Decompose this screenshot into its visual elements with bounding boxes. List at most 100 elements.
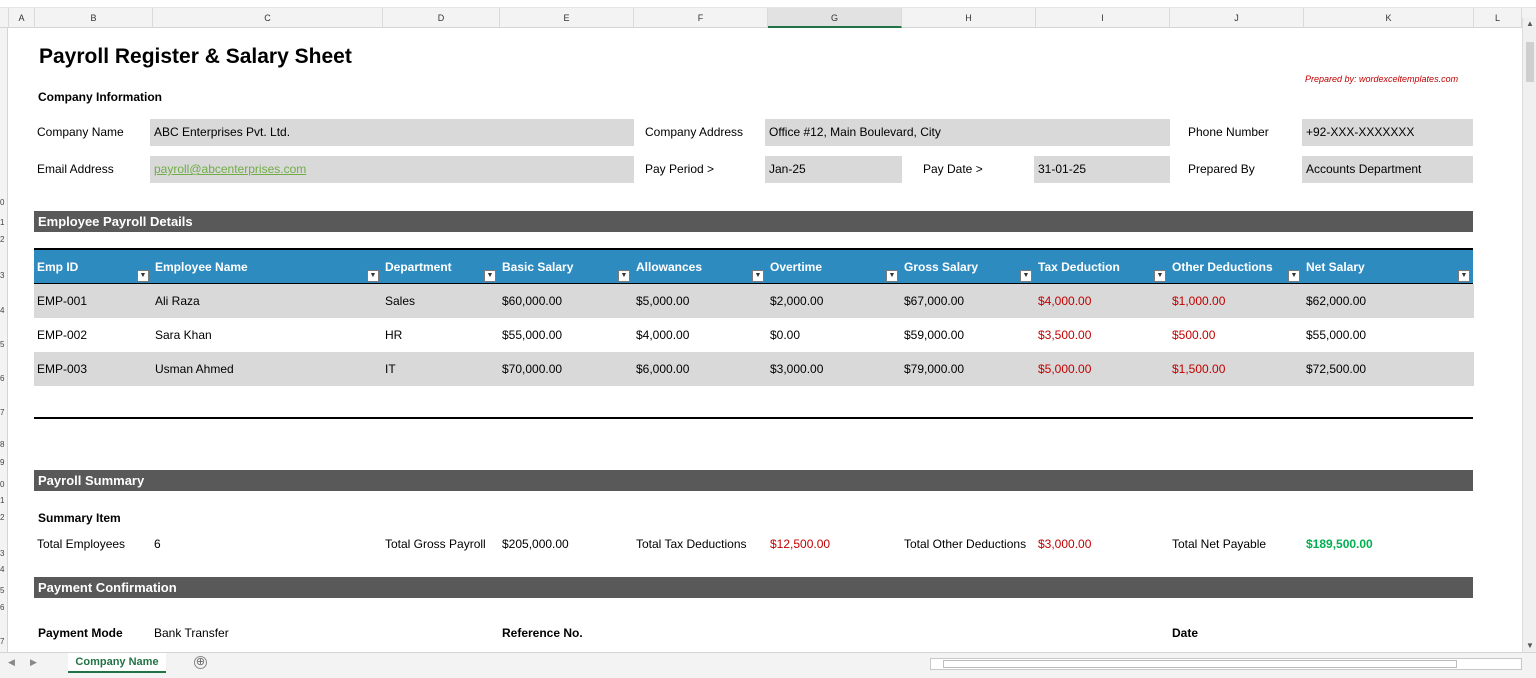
col-employee-name[interactable]: Employee Name ▼ bbox=[152, 250, 382, 284]
overtime-cell[interactable]: $3,000.00 bbox=[767, 352, 823, 386]
phone-number-field[interactable]: +92-XXX-XXXXXXX bbox=[1302, 119, 1473, 146]
payment-mode-value[interactable]: Bank Transfer bbox=[154, 626, 229, 640]
filter-dropdown-icon[interactable]: ▼ bbox=[886, 270, 898, 282]
filter-dropdown-icon[interactable]: ▼ bbox=[367, 270, 379, 282]
col-tax-deduction[interactable]: Tax Deduction ▼ bbox=[1035, 250, 1169, 284]
col-emp-id[interactable]: Emp ID ▼ bbox=[34, 250, 152, 284]
col-net-salary[interactable]: Net Salary ▼ bbox=[1303, 250, 1473, 284]
row-number[interactable]: 2 bbox=[0, 513, 4, 522]
scroll-down-icon[interactable]: ▼ bbox=[1524, 640, 1536, 652]
table-row[interactable]: EMP-003 Usman Ahmed IT $70,000.00 $6,000… bbox=[34, 352, 1474, 386]
horizontal-scrollbar[interactable] bbox=[930, 658, 1522, 670]
basic-salary-cell[interactable]: $60,000.00 bbox=[499, 284, 562, 318]
net-salary-cell[interactable]: $62,000.00 bbox=[1303, 284, 1366, 318]
row-number[interactable]: 1 bbox=[0, 218, 4, 227]
total-tax-value[interactable]: $12,500.00 bbox=[770, 537, 830, 551]
gross-salary-cell[interactable]: $59,000.00 bbox=[901, 318, 964, 352]
company-name-field[interactable]: ABC Enterprises Pvt. Ltd. bbox=[150, 119, 634, 146]
row-number[interactable]: 8 bbox=[0, 440, 4, 449]
department-cell[interactable]: HR bbox=[382, 318, 402, 352]
employee-name-cell[interactable]: Usman Ahmed bbox=[152, 352, 234, 386]
row-number[interactable]: 5 bbox=[0, 340, 4, 349]
filter-dropdown-icon[interactable]: ▼ bbox=[1458, 270, 1470, 282]
tax-deduction-cell[interactable]: $3,500.00 bbox=[1035, 318, 1091, 352]
gross-salary-cell[interactable]: $79,000.00 bbox=[901, 352, 964, 386]
column-header-e[interactable]: E bbox=[500, 8, 634, 28]
row-number[interactable]: 0 bbox=[0, 480, 4, 489]
row-number[interactable]: 7 bbox=[0, 637, 4, 646]
overtime-cell[interactable]: $0.00 bbox=[767, 318, 800, 352]
add-sheet-icon[interactable]: ⊕ bbox=[194, 656, 207, 669]
employee-name-cell[interactable]: Sara Khan bbox=[152, 318, 212, 352]
column-header-i[interactable]: I bbox=[1036, 8, 1170, 28]
total-employees-value[interactable]: 6 bbox=[154, 537, 161, 551]
tax-deduction-cell[interactable]: $4,000.00 bbox=[1035, 284, 1091, 318]
net-salary-cell[interactable]: $55,000.00 bbox=[1303, 318, 1366, 352]
net-salary-cell[interactable]: $72,500.00 bbox=[1303, 352, 1366, 386]
total-other-value[interactable]: $3,000.00 bbox=[1038, 537, 1091, 551]
row-number[interactable]: 7 bbox=[0, 408, 4, 417]
column-header-g[interactable]: G bbox=[768, 8, 902, 28]
emp-id-cell[interactable]: EMP-003 bbox=[34, 352, 87, 386]
total-net-value[interactable]: $189,500.00 bbox=[1306, 537, 1373, 551]
row-number[interactable]: 5 bbox=[0, 586, 4, 595]
pay-period-field[interactable]: Jan-25 bbox=[765, 156, 902, 183]
scroll-thumb[interactable] bbox=[1526, 42, 1534, 82]
filter-dropdown-icon[interactable]: ▼ bbox=[1020, 270, 1032, 282]
filter-dropdown-icon[interactable]: ▼ bbox=[1288, 270, 1300, 282]
row-number[interactable]: 9 bbox=[0, 458, 4, 467]
column-header-a[interactable]: A bbox=[9, 8, 35, 28]
row-number[interactable]: 3 bbox=[0, 271, 4, 280]
col-allowances[interactable]: Allowances ▼ bbox=[633, 250, 767, 284]
allowances-cell[interactable]: $6,000.00 bbox=[633, 352, 689, 386]
filter-dropdown-icon[interactable]: ▼ bbox=[752, 270, 764, 282]
column-header-f[interactable]: F bbox=[634, 8, 768, 28]
other-deductions-cell[interactable]: $500.00 bbox=[1169, 318, 1215, 352]
column-header-h[interactable]: H bbox=[902, 8, 1036, 28]
employee-name-cell[interactable]: Ali Raza bbox=[152, 284, 200, 318]
col-overtime[interactable]: Overtime ▼ bbox=[767, 250, 901, 284]
sheet-tab-company-name[interactable]: Company Name bbox=[68, 653, 166, 673]
department-cell[interactable]: IT bbox=[382, 352, 396, 386]
tax-deduction-cell[interactable]: $5,000.00 bbox=[1035, 352, 1091, 386]
table-row[interactable]: EMP-001 Ali Raza Sales $60,000.00 $5,000… bbox=[34, 284, 1474, 318]
next-sheet-icon[interactable]: ▶ bbox=[30, 657, 37, 668]
scroll-up-icon[interactable]: ▲ bbox=[1524, 18, 1536, 30]
allowances-cell[interactable]: $5,000.00 bbox=[633, 284, 689, 318]
col-department[interactable]: Department ▼ bbox=[382, 250, 499, 284]
company-address-field[interactable]: Office #12, Main Boulevard, City bbox=[765, 119, 1170, 146]
allowances-cell[interactable]: $4,000.00 bbox=[633, 318, 689, 352]
other-deductions-cell[interactable]: $1,000.00 bbox=[1169, 284, 1225, 318]
row-number[interactable]: 3 bbox=[0, 549, 4, 558]
col-other-deductions[interactable]: Other Deductions ▼ bbox=[1169, 250, 1303, 284]
filter-dropdown-icon[interactable]: ▼ bbox=[618, 270, 630, 282]
column-header-k[interactable]: K bbox=[1304, 8, 1474, 28]
row-number[interactable]: 4 bbox=[0, 565, 4, 574]
basic-salary-cell[interactable]: $55,000.00 bbox=[499, 318, 562, 352]
email-link[interactable]: payroll@abcenterprises.com bbox=[154, 162, 306, 176]
column-header-c[interactable]: C bbox=[153, 8, 383, 28]
total-gross-value[interactable]: $205,000.00 bbox=[502, 537, 569, 551]
column-header-l[interactable]: L bbox=[1474, 8, 1522, 28]
table-row[interactable]: EMP-002 Sara Khan HR $55,000.00 $4,000.0… bbox=[34, 318, 1474, 352]
emp-id-cell[interactable]: EMP-002 bbox=[34, 318, 87, 352]
other-deductions-cell[interactable]: $1,500.00 bbox=[1169, 352, 1225, 386]
row-number[interactable]: 6 bbox=[0, 603, 4, 612]
column-header-b[interactable]: B bbox=[35, 8, 153, 28]
basic-salary-cell[interactable]: $70,000.00 bbox=[499, 352, 562, 386]
row-number[interactable]: 6 bbox=[0, 374, 4, 383]
prepared-by-field[interactable]: Accounts Department bbox=[1302, 156, 1473, 183]
emp-id-cell[interactable]: EMP-001 bbox=[34, 284, 87, 318]
row-number[interactable]: 1 bbox=[0, 496, 4, 505]
filter-dropdown-icon[interactable]: ▼ bbox=[137, 270, 149, 282]
prev-sheet-icon[interactable]: ◀ bbox=[8, 657, 15, 668]
row-number[interactable]: 4 bbox=[0, 306, 4, 315]
column-header-d[interactable]: D bbox=[383, 8, 500, 28]
select-all-corner[interactable] bbox=[0, 8, 9, 28]
col-basic-salary[interactable]: Basic Salary ▼ bbox=[499, 250, 633, 284]
overtime-cell[interactable]: $2,000.00 bbox=[767, 284, 823, 318]
department-cell[interactable]: Sales bbox=[382, 284, 415, 318]
gross-salary-cell[interactable]: $67,000.00 bbox=[901, 284, 964, 318]
row-number[interactable]: 0 bbox=[0, 198, 4, 207]
horizontal-scroll-thumb[interactable] bbox=[943, 660, 1457, 668]
